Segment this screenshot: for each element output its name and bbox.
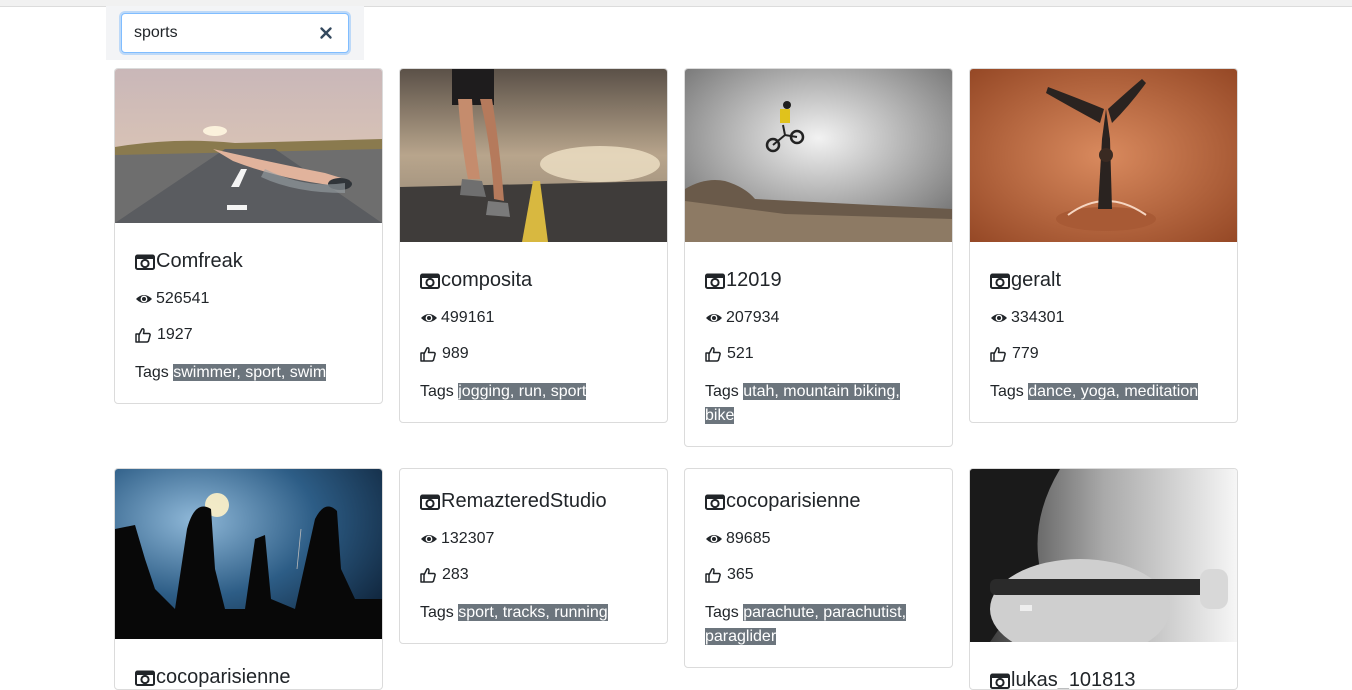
camera-icon <box>990 273 1010 289</box>
eye-icon <box>706 535 722 543</box>
eye-icon <box>136 295 152 303</box>
eye-icon <box>421 314 437 322</box>
card-image[interactable] <box>115 469 382 639</box>
views-count: 499161 <box>441 309 495 326</box>
eye-icon <box>706 314 722 322</box>
camera-icon <box>990 673 1010 689</box>
tags-label: Tags <box>705 604 739 621</box>
author-name[interactable]: Comfreak <box>156 249 243 273</box>
tags-label: Tags <box>990 383 1024 400</box>
image-card[interactable]: cocoparisienne 89685 365 Tags parachute,… <box>684 468 953 668</box>
author-name[interactable]: geralt <box>1011 268 1061 292</box>
tags-label: Tags <box>420 604 454 621</box>
likes-count: 989 <box>442 345 469 362</box>
author-name[interactable]: lukas_101813 <box>1011 668 1136 689</box>
tags-label: Tags <box>135 364 169 381</box>
image-card[interactable]: Comfreak 526541 1927 Tags swimmer, sport… <box>114 68 383 404</box>
camera-icon <box>420 273 440 289</box>
card-image[interactable] <box>970 469 1237 642</box>
tags-label: Tags <box>705 383 739 400</box>
thumbs-up-icon <box>420 347 436 362</box>
image-card[interactable]: cocoparisienne <box>114 468 383 690</box>
card-image[interactable] <box>400 69 667 242</box>
tags-list: swimmer, sport, swim <box>173 364 327 381</box>
author-name[interactable]: composita <box>441 268 532 292</box>
camera-icon <box>705 273 725 289</box>
tags-list: dance, yoga, meditation <box>1028 383 1199 400</box>
thumbs-up-icon <box>990 347 1006 362</box>
thumbs-up-icon <box>420 568 436 583</box>
camera-icon <box>135 670 155 686</box>
image-card[interactable]: composita 499161 989 Tags jogging, run, … <box>399 68 668 423</box>
thumbs-up-icon <box>705 347 721 362</box>
search-input[interactable] <box>134 23 304 43</box>
tags-list: jogging, run, sport <box>458 383 587 400</box>
image-card[interactable]: 12019 207934 521 Tags utah, mountain bik… <box>684 68 953 447</box>
likes-count: 283 <box>442 566 469 583</box>
likes-count: 779 <box>1012 345 1039 362</box>
camera-icon <box>420 494 440 510</box>
tags-list: sport, tracks, running <box>458 604 608 621</box>
likes-count: 521 <box>727 345 754 362</box>
likes-count: 365 <box>727 566 754 583</box>
views-count: 334301 <box>1011 309 1065 326</box>
views-count: 207934 <box>726 309 780 326</box>
author-name[interactable]: 12019 <box>726 268 782 292</box>
search-field[interactable] <box>121 13 349 53</box>
views-count: 132307 <box>441 530 495 547</box>
close-icon[interactable] <box>318 25 334 41</box>
camera-icon <box>705 494 725 510</box>
thumbs-up-icon <box>135 328 151 343</box>
image-card[interactable]: RemazteredStudio 132307 283 Tags sport, … <box>399 468 668 644</box>
search-bar <box>106 6 364 60</box>
author-name[interactable]: cocoparisienne <box>726 489 861 513</box>
author-name[interactable]: cocoparisienne <box>156 665 291 689</box>
author-name[interactable]: RemazteredStudio <box>441 489 607 513</box>
likes-count: 1927 <box>157 326 193 343</box>
eye-icon <box>421 535 437 543</box>
camera-icon <box>135 254 155 270</box>
tags-label: Tags <box>420 383 454 400</box>
card-image[interactable] <box>685 69 952 242</box>
views-count: 526541 <box>156 290 210 307</box>
views-count: 89685 <box>726 530 771 547</box>
image-card[interactable]: geralt 334301 779 Tags dance, yoga, medi… <box>969 68 1238 423</box>
eye-icon <box>991 314 1007 322</box>
image-card[interactable]: lukas_101813 <box>969 468 1238 690</box>
thumbs-up-icon <box>705 568 721 583</box>
card-image[interactable] <box>115 69 382 223</box>
card-image[interactable] <box>970 69 1237 242</box>
